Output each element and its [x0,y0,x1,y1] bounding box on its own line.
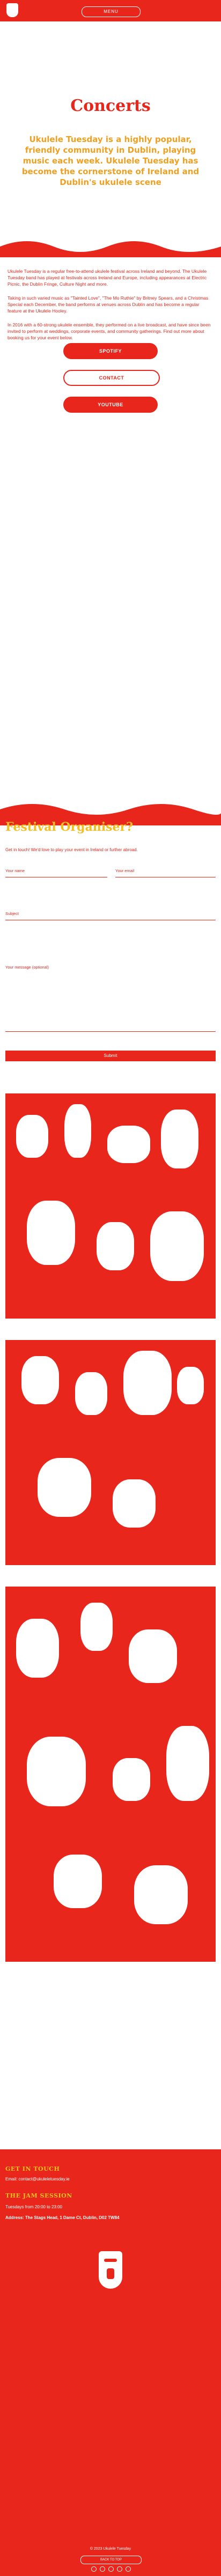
body-paragraph-1: Ukulele Tuesday is a regular free-to-att… [8,269,207,287]
ukulele-logo-icon[interactable] [6,3,18,17]
photo-band-1 [5,1093,216,1319]
youtube-icon[interactable] [117,2566,122,2572]
email-label: Your email [115,868,135,873]
wave-divider [0,241,221,257]
form-subtitle: Get in touch! We'd love to play your eve… [5,847,138,852]
spotify-button[interactable]: SPOTIFY [63,343,158,359]
instagram-icon[interactable] [91,2566,97,2572]
youtube-button[interactable]: YOUTUBE [63,397,158,413]
intro-text: Ukulele Tuesday is a highly popular, fri… [21,135,200,187]
photo-band-2 [5,1340,216,1565]
page-title: Concerts [70,96,151,115]
copyright: © 2023 Ukulele Tuesday [90,2547,131,2551]
intro-block: Ukulele Tuesday is a highly popular, fri… [0,134,221,247]
email-icon[interactable] [126,2566,131,2572]
message-textarea[interactable] [5,972,216,1032]
footer-email[interactable]: Email: contact@ukuleletuesday.ie [5,2176,216,2183]
subject-label: Subject [5,911,19,916]
footer-heading-jam: THE JAM SESSION [5,2192,72,2199]
submit-button[interactable]: Submit [5,1051,216,1061]
footer-schedule: Tuesdays from 20:00 to 23:00 [5,2205,62,2209]
spotify-icon[interactable] [108,2566,114,2572]
back-to-top-button[interactable]: BACK TO TOP [80,2556,142,2564]
tiki-logo-icon [99,2251,122,2289]
message-label: Your message (optional) [5,965,49,970]
photo-band-3 [5,1587,216,1962]
body-paragraph-2: Taking in such varied music as "Tainted … [8,295,209,314]
footer-address: Address: The Stags Head, 1 Dame Ct, Dubl… [5,2215,120,2220]
name-label: Your name [5,868,25,873]
top-bar: MENU [0,0,221,21]
footer [0,2149,221,2576]
contact-button[interactable]: CONTACT [63,370,160,386]
form-title: Festival Organiser? [5,820,133,834]
body-paragraph-3: In 2016 with a 60-strong ukulele ensembl… [8,322,211,340]
menu-button[interactable]: MENU [82,6,141,17]
footer-heading-contact: GET IN TOUCH [5,2165,60,2172]
facebook-icon[interactable] [100,2566,105,2572]
